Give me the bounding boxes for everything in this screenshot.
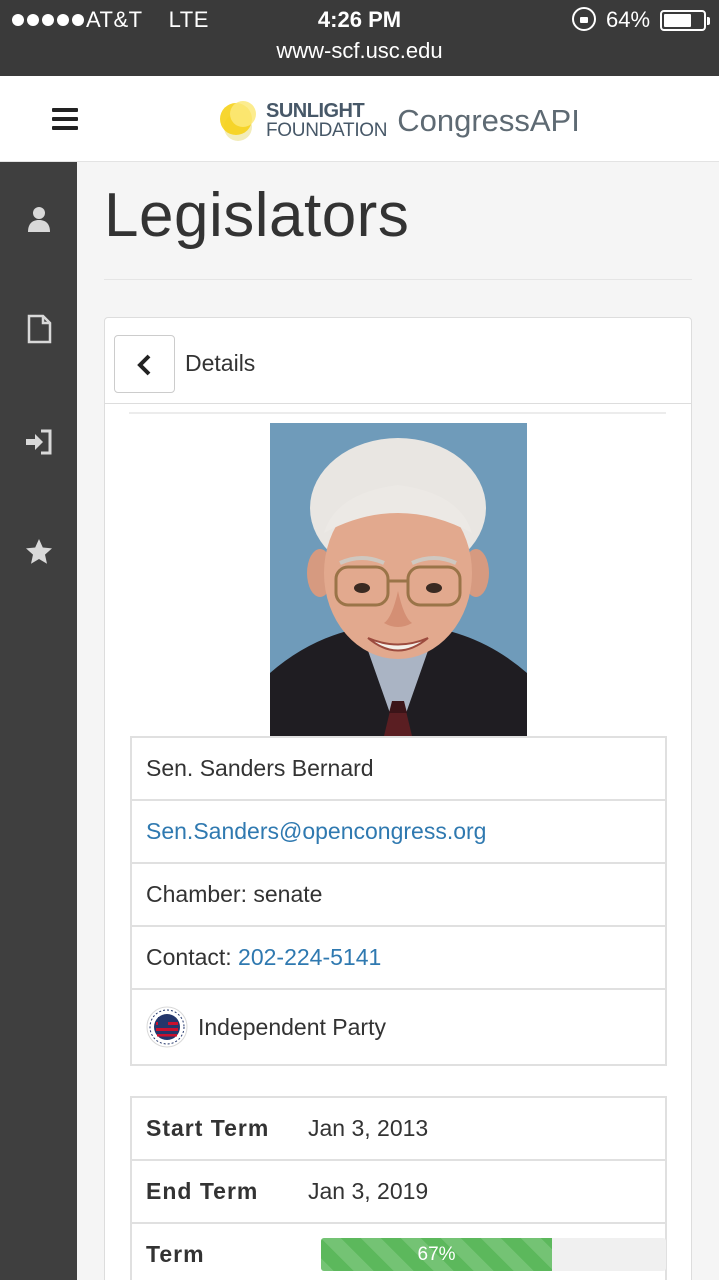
start-term-label: Start Term [146,1115,270,1141]
term-row-progress: Term 67% [132,1224,666,1280]
panel-title: Details [185,350,256,376]
rotation-lock-icon [572,7,596,31]
chamber-label: Chamber: [146,881,247,907]
term-progress-fill: 67% [321,1238,553,1271]
battery-percent: 64% [606,7,651,32]
term-table: Start Term Jan 3, 2013 End Term Jan 3, 2… [130,1096,667,1280]
brand-logo[interactable]: SUNLIGHT FOUNDATION CongressAPI [218,99,580,143]
legislator-photo [270,423,527,736]
info-row-contact: Contact: 202-224-5141 [132,927,665,990]
contact-label: Contact: [146,944,232,970]
chamber-value: senate [253,881,323,907]
address-bar-url[interactable]: www-scf.usc.edu [0,38,719,64]
brand-line-1: SUNLIGHT [266,100,365,122]
back-button[interactable] [114,335,175,393]
term-row-end: End Term Jan 3, 2019 [132,1161,665,1224]
term-row-start: Start Term Jan 3, 2013 [132,1098,665,1161]
sign-in-icon[interactable] [24,427,54,457]
sidebar [0,162,77,1280]
info-row-party: Independent Party [132,990,665,1064]
independent-party-logo-icon [146,1006,188,1048]
info-row-email: Sen.Sanders@opencongress.org [132,801,665,864]
panel-header: Details [105,318,691,404]
details-panel: Details Sen. Sanders Bernard Sen.Sanders… [104,317,692,1280]
info-row-chamber: Chamber: senate [132,864,665,927]
title-divider [104,279,692,280]
end-term-value: Jan 3, 2019 [308,1178,429,1204]
term-label: Term [146,1241,205,1267]
hamburger-menu-icon[interactable] [52,108,78,130]
chevron-left-icon [137,354,151,376]
ios-status-bar: AT&T LTE 4:26 PM 64% www-scf.usc.edu [0,0,719,76]
document-icon[interactable] [24,314,54,344]
legislator-name: Sen. Sanders Bernard [146,755,374,781]
sunlight-logo-icon [218,99,262,143]
contact-phone-link[interactable]: 202-224-5141 [238,944,381,971]
end-term-label: End Term [146,1178,259,1204]
term-progress-bar: 67% [321,1238,666,1271]
start-term-value: Jan 3, 2013 [308,1115,429,1141]
status-row: AT&T LTE 4:26 PM 64% [0,6,719,34]
email-link[interactable]: Sen.Sanders@opencongress.org [146,818,486,845]
legislator-info-table: Sen. Sanders Bernard Sen.Sanders@opencon… [130,736,667,1066]
main-content: Legislators Details Sen. Sanders Bernard… [77,162,719,1280]
panel-divider [129,412,666,414]
brand-line-2: FOUNDATION [266,120,388,141]
page-title: Legislators [104,181,410,250]
user-icon[interactable] [24,204,54,234]
info-row-name: Sen. Sanders Bernard [132,738,665,801]
party-name: Independent Party [198,1013,386,1040]
star-icon[interactable] [24,537,54,567]
brand-wordmark: SUNLIGHT FOUNDATION [266,100,388,141]
battery-icon [660,10,710,31]
top-navbar: SUNLIGHT FOUNDATION CongressAPI [0,76,719,162]
product-name: CongressAPI [397,103,580,138]
